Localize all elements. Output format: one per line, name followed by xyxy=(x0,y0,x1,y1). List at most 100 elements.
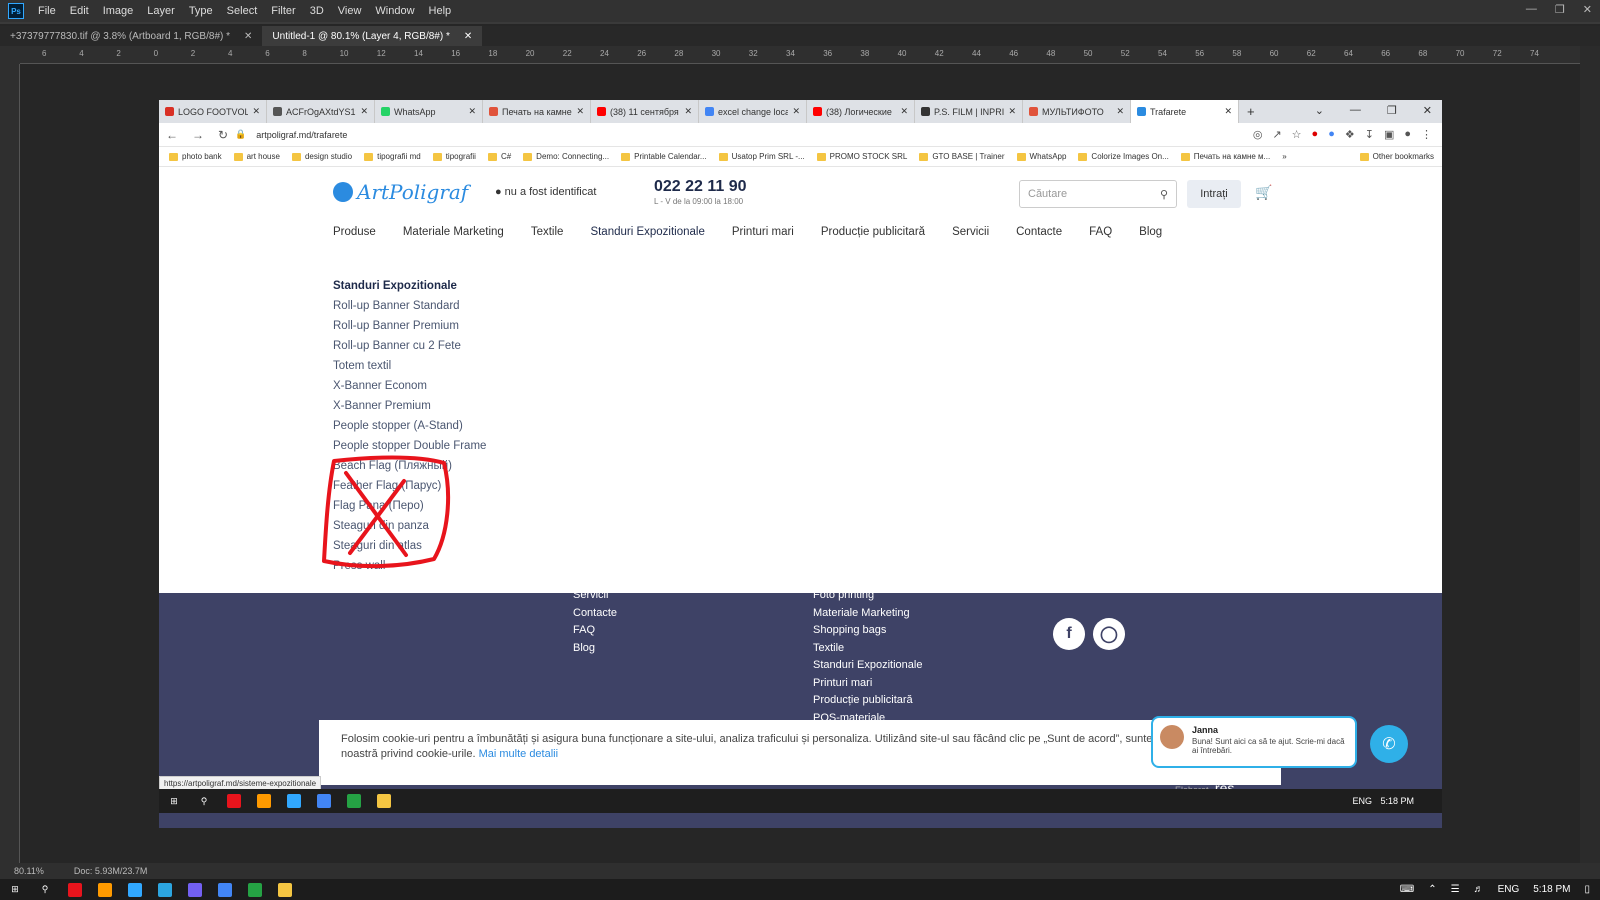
submenu-item[interactable]: People stopper (A-Stand) xyxy=(333,416,486,436)
submenu-item[interactable]: Totem textil xyxy=(333,356,486,376)
footer-link[interactable]: Textile xyxy=(813,640,922,658)
browser-tab[interactable]: excel change locat ✕ xyxy=(699,100,807,123)
bookmark-item[interactable]: GTO BASE | Trainer xyxy=(919,152,1005,161)
forward-icon[interactable]: → xyxy=(192,128,204,142)
browser-tab[interactable]: (38) 11 сентября ✕ xyxy=(591,100,699,123)
horizontal-ruler[interactable]: 6 4 2 0 2 4 6 8 10 12 14 16 18 20 22 24 26 28 30 32 34 36 38 40… xyxy=(20,46,1580,64)
close-icon[interactable]: ✕ xyxy=(1583,3,1592,16)
browser-tab[interactable]: Trafarete ✕ xyxy=(1131,100,1239,123)
bookmark-item[interactable]: PROMO STOCK SRL xyxy=(816,152,907,161)
reload-icon[interactable]: ↻ xyxy=(218,128,228,142)
submenu-item[interactable]: People stopper Double Frame xyxy=(333,436,486,456)
tab-search-icon[interactable]: ⌄ xyxy=(1315,104,1324,117)
download-icon[interactable]: ↧ xyxy=(1365,128,1374,141)
close-tab-icon[interactable]: ✕ xyxy=(252,106,260,117)
bookmark-item[interactable]: tipografii md xyxy=(364,152,421,161)
submenu-item[interactable]: Roll-up Banner Standard xyxy=(333,296,486,316)
location-indicator[interactable]: ● nu a fost identificat xyxy=(495,186,596,198)
close-tab-icon[interactable]: ✕ xyxy=(244,31,252,42)
close-tab-icon[interactable]: ✕ xyxy=(360,106,368,117)
folder-icon[interactable] xyxy=(278,882,292,897)
submenu-item[interactable]: Roll-up Banner cu 2 Fete xyxy=(333,336,486,356)
close-tab-icon[interactable]: ✕ xyxy=(1008,106,1016,117)
keyboard-icon[interactable]: ⌨ xyxy=(1400,884,1414,895)
cookie-more-link[interactable]: Mai multe detalii xyxy=(479,748,558,760)
windows-start-icon[interactable]: ⊞ xyxy=(8,883,22,897)
facebook-icon[interactable]: f xyxy=(1053,618,1085,650)
bookmark-item[interactable]: photo bank xyxy=(169,152,222,161)
chat-popup[interactable]: Janna Buna! Sunt aici ca să te ajut. Scr… xyxy=(1151,716,1357,768)
puzzle-icon[interactable]: ❖ xyxy=(1345,128,1355,141)
footer-link[interactable]: Servicii xyxy=(573,587,617,605)
viber-icon[interactable] xyxy=(188,882,202,897)
doc-tab-2[interactable]: Untitled-1 @ 80.1% (Layer 4, RGB/8#) * ✕ xyxy=(262,26,483,46)
browser-tab[interactable]: Печать на камне ✕ xyxy=(483,100,591,123)
menu-3d[interactable]: 3D xyxy=(310,5,324,17)
close-tab-icon[interactable]: ✕ xyxy=(900,106,908,117)
vertical-scrollbar[interactable] xyxy=(1580,46,1600,864)
menu-filter[interactable]: Filter xyxy=(271,5,295,17)
instagram-icon[interactable]: ◯ xyxy=(1093,618,1125,650)
submenu-title[interactable]: Standuri Expozitionale xyxy=(333,276,486,296)
restore-icon[interactable]: ❐ xyxy=(1555,3,1565,16)
login-button[interactable]: Intrați xyxy=(1187,180,1241,208)
chevron-up-icon[interactable]: ⌃ xyxy=(1428,884,1436,895)
close-tab-icon[interactable]: ✕ xyxy=(468,106,476,117)
nav-faq[interactable]: FAQ xyxy=(1089,226,1112,238)
menu-window[interactable]: Window xyxy=(375,5,414,17)
footer-link[interactable]: Blog xyxy=(573,640,617,658)
other-bookmarks[interactable]: Other bookmarks xyxy=(1359,152,1434,161)
photoshop-icon[interactable] xyxy=(128,882,142,897)
bookmark-item[interactable]: tipografii xyxy=(432,152,476,161)
search-input[interactable]: Căutare ⚲ xyxy=(1019,180,1177,208)
illustrator-icon[interactable] xyxy=(98,882,112,897)
nav-standuri-expozitionale[interactable]: Standuri Expozitionale xyxy=(590,226,704,238)
cart-icon[interactable]: 🛒 xyxy=(1255,184,1272,201)
minimize-icon[interactable]: — xyxy=(1526,3,1537,16)
bookmark-item[interactable]: WhatsApp xyxy=(1016,152,1066,161)
bookmark-item[interactable]: Demo: Connecting... xyxy=(523,152,609,161)
nav-contacte[interactable]: Contacte xyxy=(1016,226,1062,238)
menu-select[interactable]: Select xyxy=(227,5,258,17)
vertical-ruler[interactable] xyxy=(0,64,20,864)
opera-icon[interactable]: ● xyxy=(1312,128,1319,141)
chrome-icon[interactable] xyxy=(218,882,232,897)
menu-layer[interactable]: Layer xyxy=(147,5,175,17)
footer-link[interactable]: Shopping bags xyxy=(813,622,922,640)
footer-link[interactable]: Printuri mari xyxy=(813,675,922,693)
footer-link[interactable]: Standuri Expozitionale xyxy=(813,657,922,675)
clock[interactable]: 5:18 PM xyxy=(1533,884,1570,895)
nav-produse[interactable]: Produse xyxy=(333,226,376,238)
menu-view[interactable]: View xyxy=(338,5,362,17)
browser-tab[interactable]: МУЛЬТИФОТО ✕ xyxy=(1023,100,1131,123)
nav-printuri-mari[interactable]: Printuri mari xyxy=(732,226,794,238)
browser-tab[interactable]: (38) Логические ✕ xyxy=(807,100,915,123)
menu-file[interactable]: File xyxy=(38,5,56,17)
search-icon[interactable]: ⚲ xyxy=(38,883,52,897)
nav-textile[interactable]: Textile xyxy=(531,226,564,238)
menu-help[interactable]: Help xyxy=(429,5,452,17)
menu-image[interactable]: Image xyxy=(103,5,134,17)
excel-icon[interactable] xyxy=(248,882,262,897)
language-indicator[interactable]: ENG xyxy=(1498,884,1520,895)
app-icon[interactable] xyxy=(68,882,82,897)
zoom-level[interactable]: 80.11% xyxy=(14,866,44,876)
menu-edit[interactable]: Edit xyxy=(70,5,89,17)
bookmark-item[interactable]: C# xyxy=(487,152,511,161)
close-tab-icon[interactable]: ✕ xyxy=(576,106,584,117)
site-logo[interactable]: ArtPoligraf xyxy=(333,180,468,204)
browser-tab[interactable]: ACFrOgAXtdYS19 ✕ xyxy=(267,100,375,123)
bookmark-item[interactable]: art house xyxy=(233,152,280,161)
notification-icon[interactable]: ▯ xyxy=(1584,884,1590,895)
extension-color-icon[interactable]: ● xyxy=(1328,128,1335,141)
bookmark-item[interactable]: design studio xyxy=(291,152,352,161)
share-icon[interactable]: ↗ xyxy=(1272,128,1281,141)
bookmarks-overflow[interactable]: » xyxy=(1282,152,1286,161)
wifi-icon[interactable]: ☰ xyxy=(1451,884,1460,895)
bookmark-item[interactable]: Colorize Images On... xyxy=(1078,152,1169,161)
doc-tab-1[interactable]: +37379777830.tif @ 3.8% (Artboard 1, RGB… xyxy=(0,26,262,46)
phone-number[interactable]: 022 22 11 90 xyxy=(654,178,747,196)
volume-icon[interactable]: ♬ xyxy=(1474,884,1484,895)
close-tab-icon[interactable]: ✕ xyxy=(1116,106,1124,117)
footer-link[interactable]: Producție publicitară xyxy=(813,692,922,710)
